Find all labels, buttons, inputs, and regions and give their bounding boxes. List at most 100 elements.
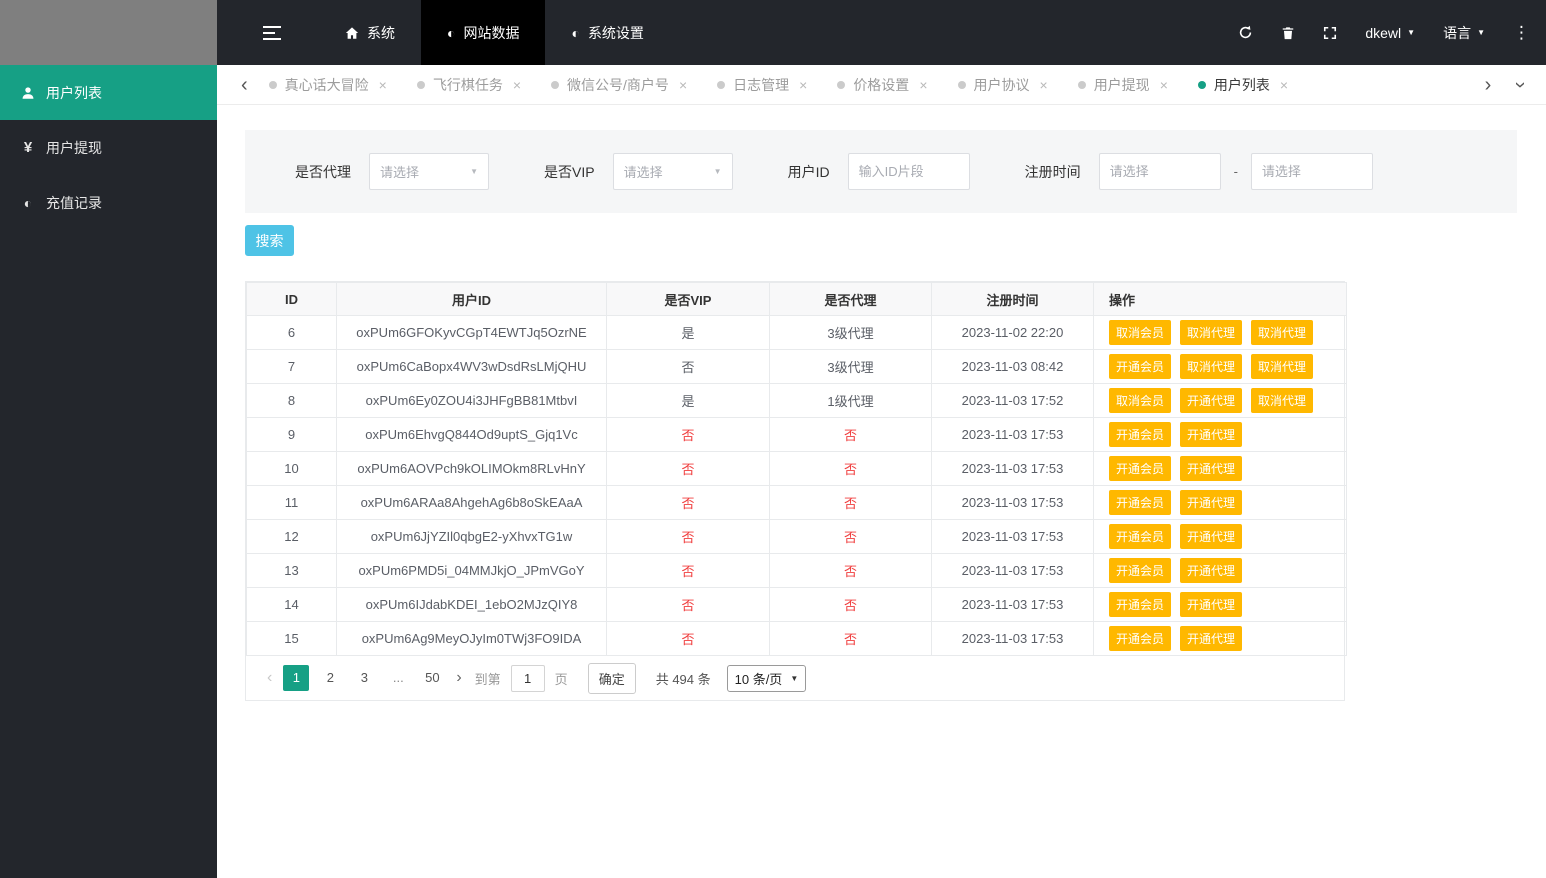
action-button[interactable]: 开通会员 xyxy=(1109,524,1172,549)
action-button[interactable]: 开通代理 xyxy=(1180,490,1243,515)
tab[interactable]: 用户列表 × xyxy=(1197,75,1288,95)
tab-close-icon[interactable]: × xyxy=(379,77,387,93)
menu-toggle-icon[interactable] xyxy=(263,25,281,40)
action-button[interactable]: 取消会员 xyxy=(1109,320,1172,345)
regtime-start-input[interactable] xyxy=(1098,153,1221,190)
action-button[interactable]: 开通会员 xyxy=(1109,422,1172,447)
action-button[interactable]: 取消代理 xyxy=(1251,388,1314,413)
cell-reg-time: 2023-11-03 17:53 xyxy=(931,587,1094,622)
tab-bar: ‹ 真心话大冒险 × 飞行棋任务 × 微信公号/商户号 × 日志管理 × 价格设… xyxy=(217,65,1546,105)
cell-actions: 开通会员 开通代理 xyxy=(1093,485,1347,520)
table-row: 9 oxPUm6EhvgQ844Od9uptS_Gjq1Vc 否 否 2023-… xyxy=(246,417,1347,452)
action-button[interactable]: 开通会员 xyxy=(1109,558,1172,583)
tab-dot-icon xyxy=(1197,80,1206,89)
filter-regtime-label: 注册时间 xyxy=(1024,163,1081,180)
tab-close-icon[interactable]: × xyxy=(1160,77,1168,93)
tab-close-icon[interactable]: × xyxy=(513,77,521,93)
cell-vip: 是 xyxy=(606,315,770,350)
refresh-icon[interactable] xyxy=(1238,25,1253,40)
tabs-scroll-left-icon[interactable]: ‹ xyxy=(235,75,254,95)
nav-item[interactable]: ◐ 系统设置 xyxy=(545,0,669,65)
tab-close-icon[interactable]: × xyxy=(679,77,687,93)
tab-close-icon[interactable]: × xyxy=(1280,77,1288,93)
vip-select[interactable]: 请选择 ▼ xyxy=(612,153,733,190)
goto-page-input[interactable] xyxy=(510,664,545,692)
tabs-scroll-right-icon[interactable]: › xyxy=(1479,75,1498,95)
tab[interactable]: 真心话大冒险 × xyxy=(268,75,387,95)
tab-dot-icon xyxy=(268,80,277,89)
nav-item[interactable]: ◐ 网站数据 xyxy=(421,0,546,65)
tab-dot-icon xyxy=(1077,80,1086,89)
action-button[interactable]: 取消代理 xyxy=(1251,354,1314,379)
page-number[interactable]: 50 xyxy=(419,665,445,691)
regtime-end-input[interactable] xyxy=(1250,153,1373,190)
action-button[interactable]: 取消代理 xyxy=(1180,320,1243,345)
action-button[interactable]: 取消代理 xyxy=(1180,354,1243,379)
page-size-select[interactable]: 10 条/页 ▼ xyxy=(726,664,807,692)
action-button[interactable]: 开通会员 xyxy=(1109,490,1172,515)
nav-item-icon: ◐ xyxy=(571,24,580,41)
action-button[interactable]: 开通代理 xyxy=(1180,524,1243,549)
table-row: 15 oxPUm6Ag9MeyOJyIm0TWj3FO9IDA 否 否 2023… xyxy=(246,621,1347,656)
page-number[interactable]: 2 xyxy=(317,665,343,691)
cell-user-id: oxPUm6Ag9MeyOJyIm0TWj3FO9IDA xyxy=(336,621,607,656)
action-button[interactable]: 开通代理 xyxy=(1180,422,1243,447)
confirm-page-button[interactable]: 确定 xyxy=(587,662,636,694)
page-number[interactable]: 1 xyxy=(283,665,310,691)
action-button[interactable]: 开通代理 xyxy=(1180,558,1243,583)
tab[interactable]: 飞行棋任务 × xyxy=(416,75,521,95)
tab-close-icon[interactable]: × xyxy=(1040,77,1048,93)
filter-userid-label: 用户ID xyxy=(787,163,830,180)
action-button[interactable]: 取消会员 xyxy=(1109,388,1172,413)
table-header-cell: 注册时间 xyxy=(931,282,1094,316)
chevron-down-icon: ▼ xyxy=(1407,28,1416,37)
table-row: 10 oxPUm6AOVPch9kOLIMOkm8RLvHnY 否 否 2023… xyxy=(246,451,1347,486)
cell-reg-time: 2023-11-03 17:53 xyxy=(931,451,1094,486)
agent-select[interactable]: 请选择 ▼ xyxy=(369,153,489,190)
tab[interactable]: 用户协议 × xyxy=(957,75,1048,95)
action-button[interactable]: 开通会员 xyxy=(1109,354,1172,379)
search-button[interactable]: 搜索 xyxy=(245,225,294,256)
page-unit-label: 页 xyxy=(554,671,568,687)
nav-item[interactable]: 系统 xyxy=(319,0,421,65)
top-navbar: 系统 ◐ 网站数据 ◐ 系统设置 dkewl ▼ 语言 ▼ ⋮ xyxy=(217,0,1546,65)
tab[interactable]: 价格设置 × xyxy=(837,75,928,95)
page-number[interactable]: ... xyxy=(385,665,411,691)
cell-vip: 是 xyxy=(606,383,770,418)
cell-agent: 否 xyxy=(769,451,932,486)
action-button[interactable]: 开通代理 xyxy=(1180,592,1243,617)
tab[interactable]: 日志管理 × xyxy=(717,75,807,95)
action-button[interactable]: 开通会员 xyxy=(1109,592,1172,617)
sidebar-item[interactable]: ¥ 用户提现 xyxy=(0,120,217,175)
userid-input[interactable] xyxy=(847,153,970,190)
sidebar-item[interactable]: ◐ 充值记录 xyxy=(0,175,217,230)
action-button[interactable]: 开通会员 xyxy=(1109,626,1172,651)
tab-close-icon[interactable]: × xyxy=(919,77,927,93)
page-number[interactable]: 3 xyxy=(351,665,377,691)
tabs-dropdown-icon[interactable]: › xyxy=(1510,75,1532,94)
table-header-cell: 用户ID xyxy=(336,282,607,316)
prev-page-icon[interactable]: ‹ xyxy=(260,669,279,687)
action-button[interactable]: 开通会员 xyxy=(1109,456,1172,481)
fullscreen-icon[interactable] xyxy=(1323,26,1337,40)
table-row: 6 oxPUm6GFOKyvCGpT4EWTJq5OzrNE 是 3级代理 20… xyxy=(246,315,1347,350)
logo-area xyxy=(0,0,217,65)
cell-user-id: oxPUm6AOVPch9kOLIMOkm8RLvHnY xyxy=(336,451,607,486)
nav-item-label: 网站数据 xyxy=(463,24,520,41)
action-button[interactable]: 开通代理 xyxy=(1180,388,1243,413)
language-dropdown[interactable]: 语言 ▼ xyxy=(1443,23,1485,43)
tab-close-icon[interactable]: × xyxy=(799,77,807,93)
action-button[interactable]: 开通代理 xyxy=(1180,626,1243,651)
agent-select-value: 请选择 xyxy=(380,165,420,180)
tab[interactable]: 微信公号/商户号 × xyxy=(551,75,687,95)
sidebar-item[interactable]: 用户列表 xyxy=(0,65,217,120)
cell-actions: 取消会员 开通代理 取消代理 xyxy=(1093,383,1347,418)
action-button[interactable]: 取消代理 xyxy=(1251,320,1314,345)
user-dropdown[interactable]: dkewl ▼ xyxy=(1365,25,1415,41)
tab[interactable]: 用户提现 × xyxy=(1077,75,1168,95)
more-icon[interactable]: ⋮ xyxy=(1513,23,1530,43)
filter-vip-label: 是否VIP xyxy=(544,163,595,180)
action-button[interactable]: 开通代理 xyxy=(1180,456,1243,481)
trash-icon[interactable] xyxy=(1281,26,1295,40)
next-page-icon[interactable]: › xyxy=(449,669,468,687)
